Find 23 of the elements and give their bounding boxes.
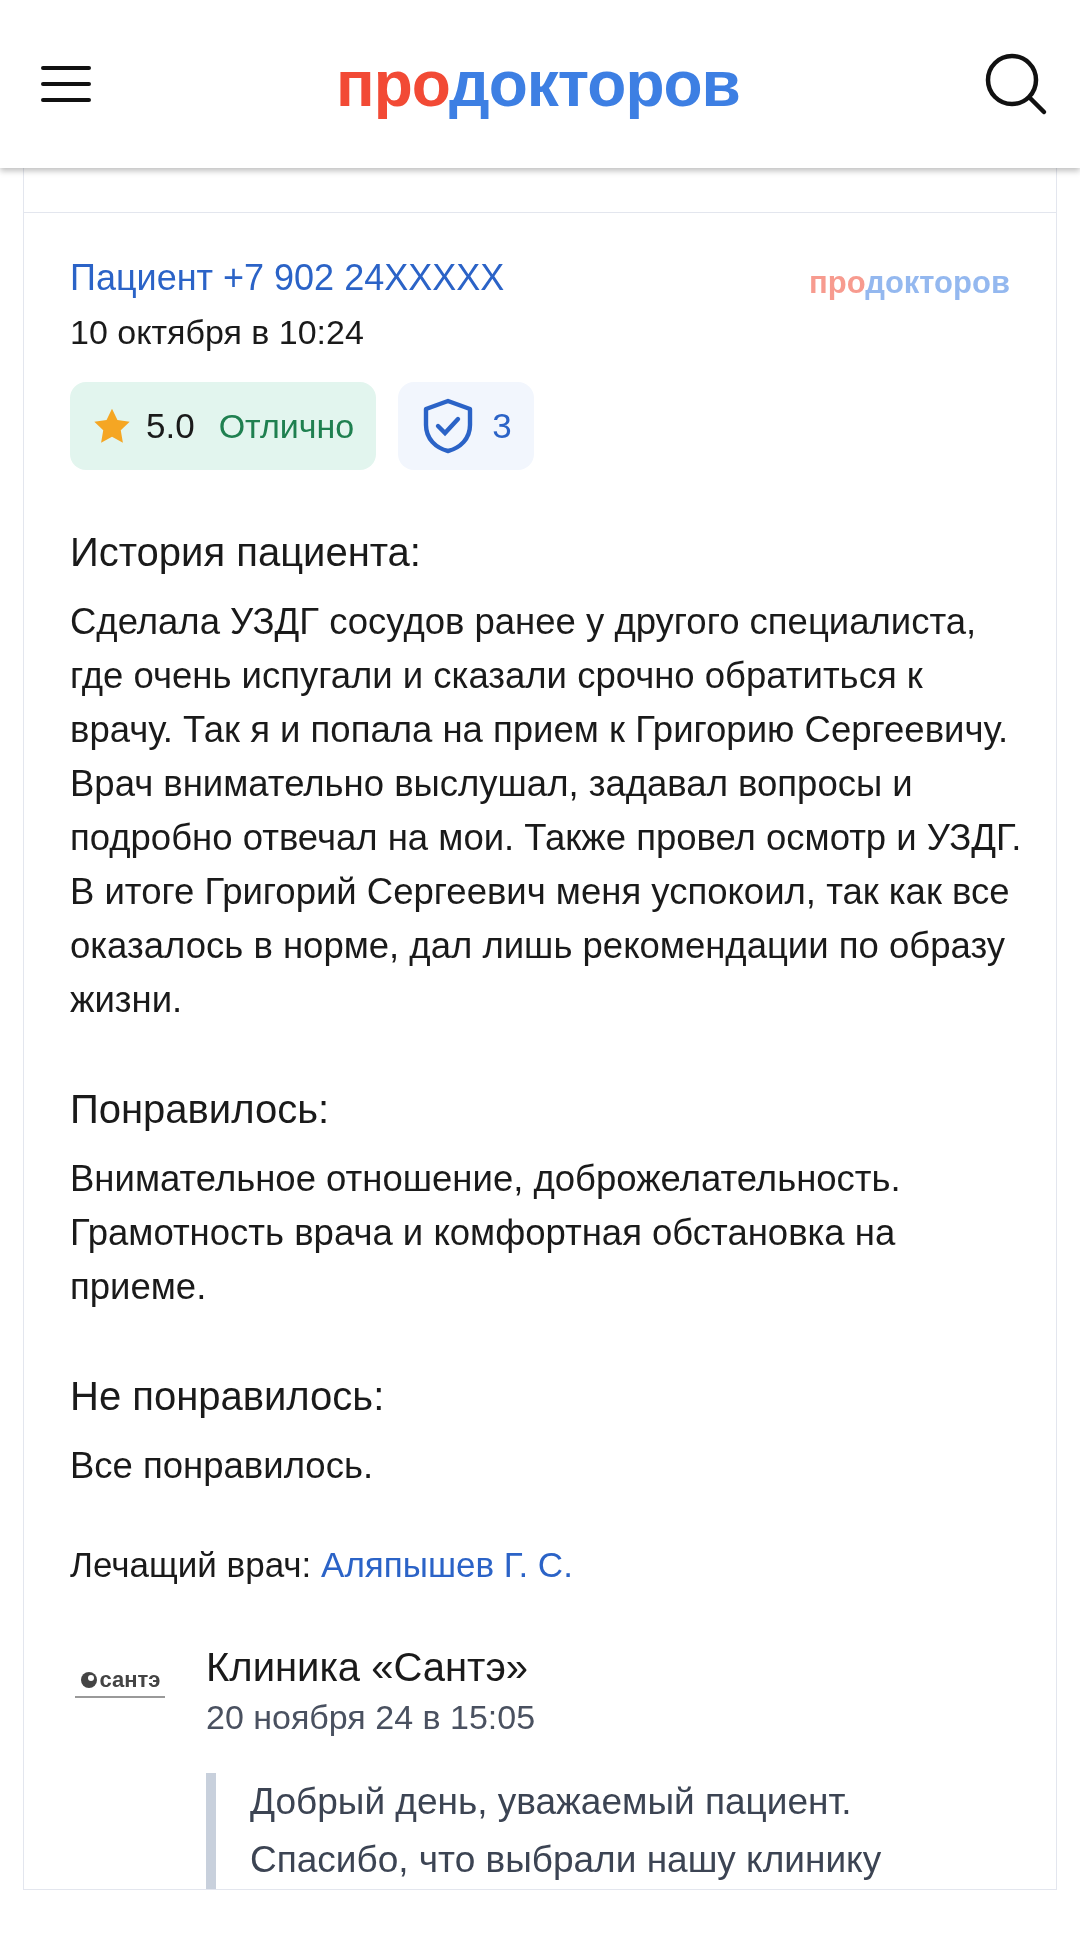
clinic-name: Клиника «Сантэ» — [206, 1645, 530, 1690]
section-heading: Не понравилось: — [70, 1374, 386, 1419]
doctor-link[interactable]: Аляпышев Г. С. — [321, 1545, 573, 1584]
verified-badge[interactable]: 3 — [398, 382, 534, 470]
reply-date: 20 ноября 24 в 15:05 — [206, 1698, 537, 1737]
rating-verdict: Отлично — [218, 406, 355, 446]
patient-name[interactable]: Пациент +7 902 24XXXXX — [70, 257, 505, 299]
clinic-logo: сантэ — [79, 1667, 161, 1693]
search-icon[interactable] — [984, 52, 1048, 116]
menu-icon[interactable] — [40, 64, 92, 104]
section-heading: Понравилось: — [70, 1087, 331, 1132]
star-icon — [92, 407, 132, 445]
reply-text: Добрый день, уважаемый пациент. Спасибо, что выбрали нашу клинику — [206, 1773, 950, 1889]
review-date: 10 октября в 10:24 — [70, 313, 365, 352]
verified-count: 3 — [492, 406, 512, 446]
source-logo: продокторов — [809, 265, 1010, 301]
rating-score: 5.0 — [146, 406, 195, 446]
section-text: Сделала УЗДГ сосудов ранее у другого специалиста, где очень испугали и сказали срочно обратиться к врачу. Так я и попала на прием к Григорию Сергеевичу. Врач внимательно выслушал, задавал вопросы и подробно отвечал на мои. Также провел осмотр и УЗДГ. В итоге Григорий Сергеевич меня успокоил, так как все оказалось в норме, дал лишь рекомендации по образу жизни. — [70, 600, 1023, 1022]
section-text: Все понравилось. — [70, 1444, 375, 1488]
doctor-label: Лечащий врач: — [70, 1545, 312, 1584]
section-heading: История пациента: — [70, 530, 422, 575]
section-text: Внимательное отношение, доброжелательность. Грамотность врача и комфортная обстановка на приеме. — [70, 1157, 902, 1309]
site-logo: продокторов — [336, 47, 740, 121]
